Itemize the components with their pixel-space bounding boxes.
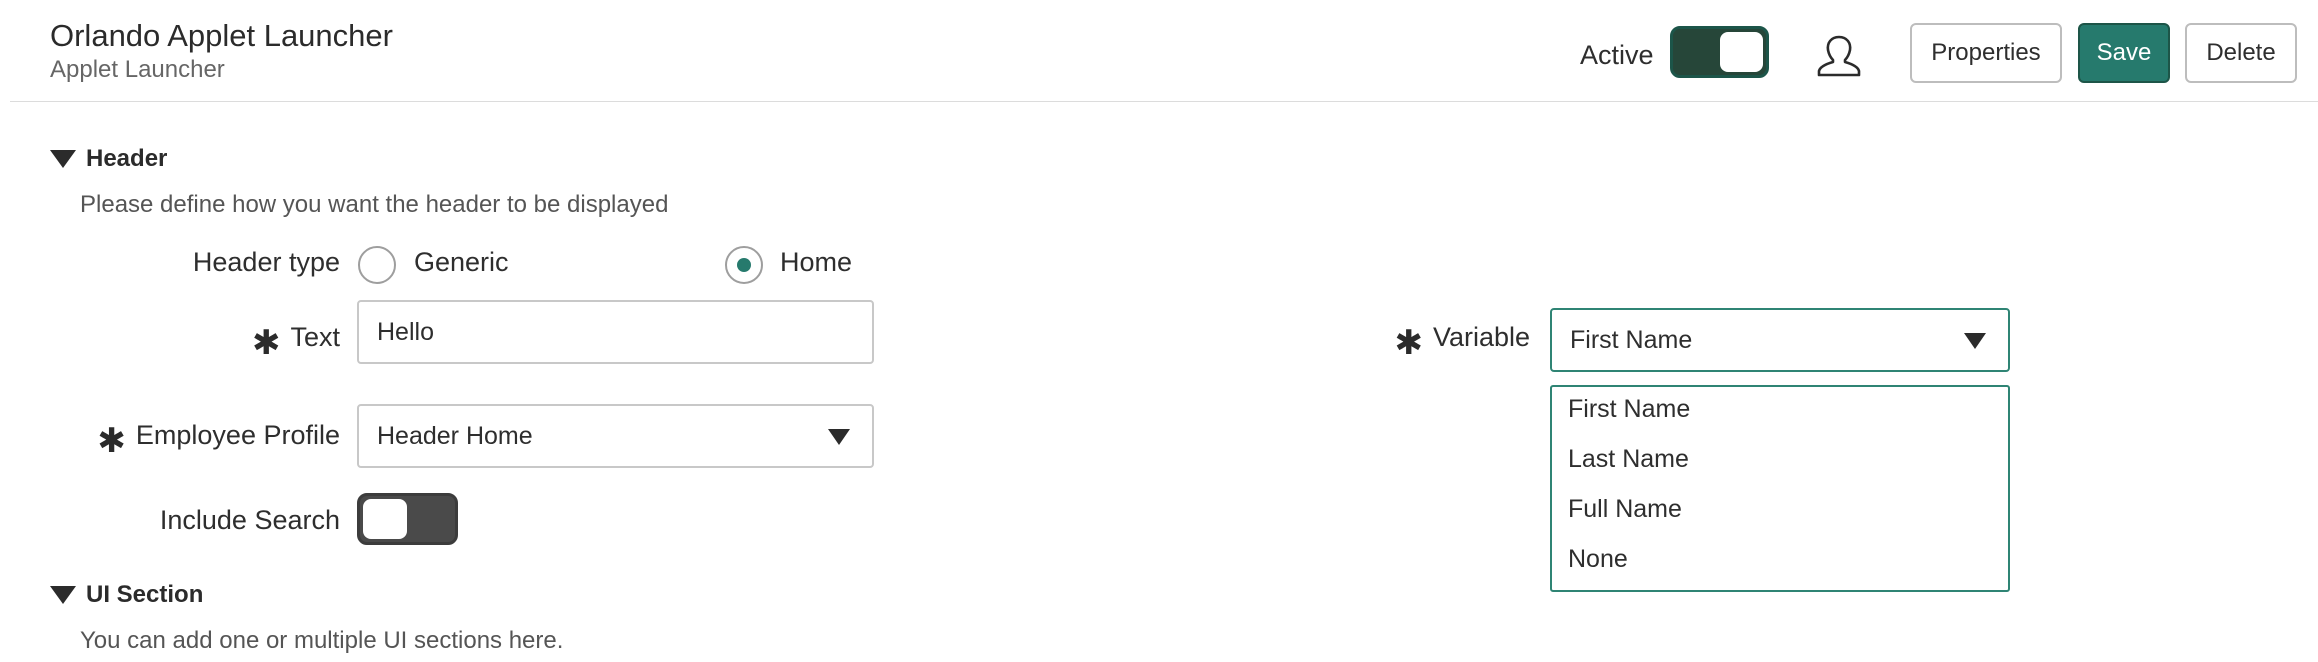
variable-dropdown-list: First Name Last Name Full Name None [1550,385,2010,592]
dropdown-option-full-name[interactable]: Full Name [1568,495,1682,524]
section-title: Header [86,145,168,172]
radio-generic[interactable] [358,246,396,284]
variable-select[interactable]: First Name [1550,308,2010,372]
section-description: Please define how you want the header to… [80,191,669,218]
delete-button[interactable]: Delete [2185,23,2297,83]
text-input[interactable]: Hello [357,300,874,364]
variable-label: ✱ Variable [1394,322,1530,362]
dropdown-option-last-name[interactable]: Last Name [1568,445,1689,474]
active-label: Active [1580,40,1654,70]
collapse-triangle-icon [50,586,76,604]
radio-home[interactable] [725,246,763,284]
save-button[interactable]: Save [2078,23,2170,83]
employee-profile-label: ✱ Employee Profile [97,420,340,460]
header-type-label: Header type [192,247,340,277]
radio-generic-label: Generic [414,247,509,277]
active-toggle[interactable] [1670,26,1769,78]
section-description: You can add one or multiple UI sections … [80,627,564,654]
page-title: Orlando Applet Launcher [50,18,393,53]
employee-profile-select[interactable]: Header Home [357,404,874,468]
header-divider [10,101,2318,102]
radio-home-label: Home [780,247,853,277]
include-search-toggle[interactable] [357,493,458,545]
toggle-knob [363,499,407,539]
user-icon[interactable] [1816,34,1862,78]
variable-select-value: First Name [1570,325,1693,354]
chevron-down-icon [828,429,850,445]
include-search-label: Include Search [159,505,340,535]
required-asterisk-icon: ✱ [251,324,281,362]
dropdown-option-none[interactable]: None [1568,545,1628,574]
section-title: UI Section [86,581,204,608]
properties-button[interactable]: Properties [1910,23,2062,83]
dropdown-option-first-name[interactable]: First Name [1568,395,1690,424]
text-field-label: ✱ Text [251,322,340,362]
required-asterisk-icon: ✱ [97,422,126,460]
page-subtitle: Applet Launcher [50,56,225,83]
required-asterisk-icon: ✱ [1394,324,1423,362]
collapse-triangle-icon [50,150,76,168]
toggle-knob [1720,32,1763,72]
employee-profile-value: Header Home [377,421,533,450]
ui-section-toggle[interactable]: UI Section [50,581,203,609]
chevron-down-icon [1964,333,1986,349]
header-section-toggle[interactable]: Header [50,145,167,173]
